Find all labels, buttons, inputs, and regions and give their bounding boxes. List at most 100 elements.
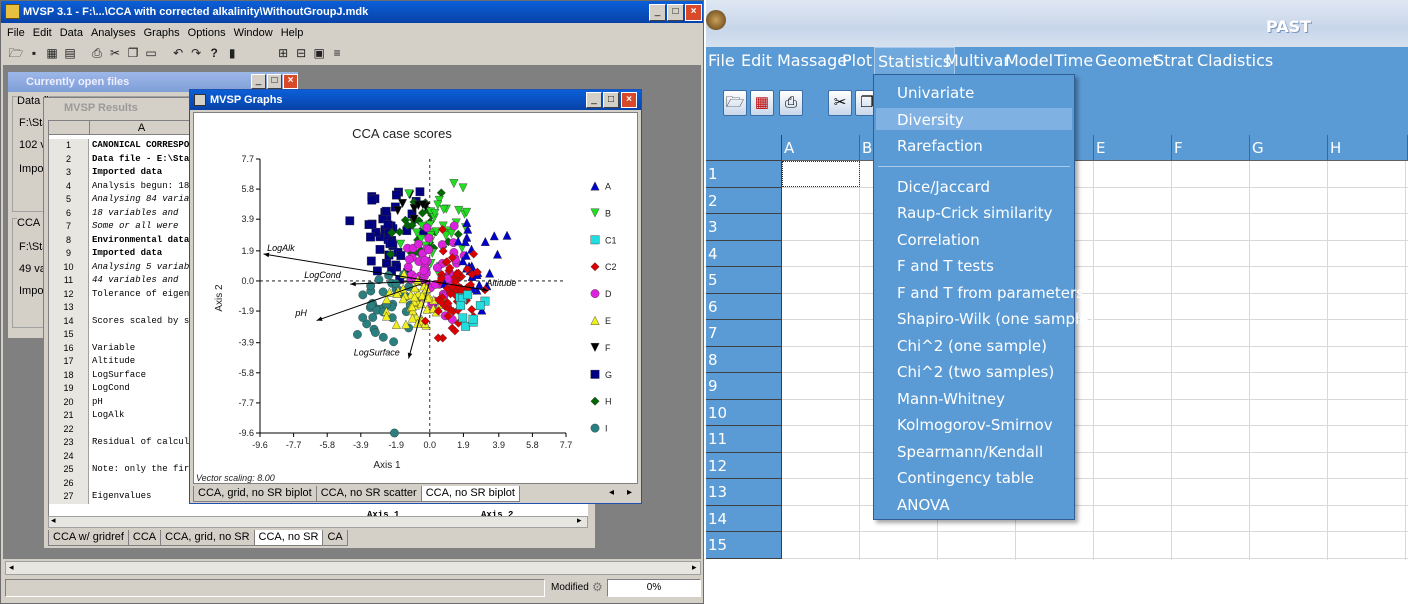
results-tab-cca[interactable]: CCA (127, 530, 162, 546)
results-row[interactable]: 4 Analysis begun: 18 (49, 179, 194, 193)
results-row[interactable]: 23 Residual of calcula (49, 436, 194, 450)
past-save-icon[interactable]: ▦ (750, 90, 774, 116)
dropdown-item-spearmann-kendall[interactable]: Spearmann/Kendall (897, 443, 1043, 461)
print-icon[interactable]: ⎙ (88, 44, 106, 62)
menu-analyses[interactable]: Analyses (87, 24, 140, 42)
past-row-header[interactable]: 9 (706, 373, 782, 400)
menu-file[interactable]: File (3, 24, 29, 42)
past-row-header[interactable]: 2 (706, 187, 782, 214)
dropdown-item-contingency-table[interactable]: Contingency table (897, 469, 1034, 487)
tab-scroll-right-icon[interactable]: ▸ (627, 487, 632, 498)
redo-icon[interactable]: ↷ (187, 44, 205, 62)
past-menu-plot[interactable]: Plot (842, 47, 872, 75)
past-menu-strat[interactable]: Strat (1154, 47, 1193, 75)
results-row[interactable]: 5 Analysing 84 varia (49, 193, 194, 207)
results-tab-cca-grid-nosr[interactable]: CCA, grid, no SR (160, 530, 255, 546)
open-files-close-button[interactable]: × (283, 74, 298, 89)
past-row-header[interactable]: 13 (706, 479, 782, 506)
database-icon[interactable]: ▤ (61, 44, 79, 62)
past-open-folder-icon[interactable]: 🗁 (723, 90, 747, 116)
past-menu-time[interactable]: Time (1054, 47, 1093, 75)
past-row-header[interactable]: 6 (706, 293, 782, 320)
results-col-a[interactable]: A (89, 121, 194, 135)
dropdown-item-chi-2-two-samples[interactable]: Chi^2 (two samples) (897, 363, 1054, 381)
help-icon[interactable]: ? (205, 44, 223, 62)
dropdown-item-raup-crick-similarity[interactable]: Raup-Crick similarity (897, 204, 1052, 222)
results-row[interactable]: 9 Imported data (49, 247, 194, 261)
mdi-hscrollbar[interactable]: ◂ ▸ (5, 561, 701, 575)
copy-icon[interactable]: ❐ (124, 44, 142, 62)
scroll-right-icon[interactable]: ▸ (577, 515, 582, 526)
past-row-header[interactable]: 11 (706, 426, 782, 453)
graphs-maximize-button[interactable]: □ (603, 92, 619, 108)
results-tab-cca-nosr[interactable]: CCA, no SR (253, 530, 324, 546)
graphs-tab-nosr-scatter[interactable]: CCA, no SR scatter (315, 486, 422, 502)
graphs-title-bar[interactable]: MVSP Graphs (190, 90, 641, 110)
past-row-header[interactable]: 14 (706, 505, 782, 532)
menu-window[interactable]: Window (230, 24, 277, 42)
results-row[interactable]: 8 Environmental data (49, 233, 194, 247)
open-files-maximize-button[interactable]: □ (267, 74, 282, 89)
menu-graphs[interactable]: Graphs (140, 24, 184, 42)
maximize-button[interactable]: □ (667, 4, 684, 21)
menu-edit[interactable]: Edit (29, 24, 56, 42)
past-row-header[interactable]: 10 (706, 399, 782, 426)
results-row[interactable]: 16 Variable (49, 341, 194, 355)
chart-options-icon[interactable]: ⊟ (292, 44, 310, 62)
past-menu-massage[interactable]: Massage (777, 47, 847, 75)
dropdown-item-kolmogorov-smirnov[interactable]: Kolmogorov-Smirnov (897, 416, 1053, 434)
past-print-icon[interactable]: ⎙ (779, 90, 803, 116)
cut-icon[interactable]: ✂ (106, 44, 124, 62)
graphs-tab-grid-nosr-biplot[interactable]: CCA, grid, no SR biplot (193, 486, 317, 502)
dropdown-item-dice-jaccard[interactable]: Dice/Jaccard (897, 178, 990, 196)
results-row[interactable]: 25 Note: only the fir (49, 463, 194, 477)
chart-icon[interactable]: ⊞ (274, 44, 292, 62)
menu-help[interactable]: Help (277, 24, 308, 42)
scroll-left-icon[interactable]: ◂ (51, 515, 56, 526)
past-corner-cell[interactable] (706, 135, 782, 161)
results-tab-cca-gridref[interactable]: CCA w/ gridref (48, 530, 129, 546)
past-col-header[interactable]: E (1094, 135, 1172, 161)
past-col-header[interactable]: A (782, 135, 860, 161)
dropdown-item-univariate[interactable]: Univariate (897, 84, 974, 102)
mdi-scroll-left-icon[interactable]: ◂ (9, 562, 14, 573)
undo-icon[interactable]: ↶ (169, 44, 187, 62)
past-row-header[interactable]: 3 (706, 214, 782, 241)
window-icon[interactable]: ▣ (310, 44, 328, 62)
dropdown-item-f-and-t-tests[interactable]: F and T tests (897, 257, 994, 275)
dropdown-item-f-and-t-from-parameters[interactable]: F and T from parameters (897, 284, 1084, 302)
past-title-bar[interactable]: PAST (706, 0, 1408, 47)
past-row-header[interactable]: 15 (706, 532, 782, 559)
results-row[interactable]: 15 (49, 328, 194, 342)
dropdown-item-correlation[interactable]: Correlation (897, 231, 980, 249)
results-row[interactable]: 6 18 variables and (49, 206, 194, 220)
open-files-minimize-button[interactable]: _ (251, 74, 266, 89)
list-icon[interactable]: ≡ (328, 44, 346, 62)
save-icon[interactable]: ▪ (25, 44, 43, 62)
cca-scatter-chart[interactable]: CCA case scores Axis 1 Axis 2 -9.6 -7.7 -5… (194, 113, 639, 485)
results-row[interactable]: 27 Eigenvalues (49, 490, 194, 504)
mvsp-title-bar[interactable]: MVSP 3.1 - F:\...\CCA with corrected alk… (1, 1, 703, 23)
selected-cell[interactable] (782, 161, 860, 187)
past-menu-cladistics[interactable]: Cladistics (1197, 47, 1273, 75)
past-menu-multivar[interactable]: Multivar (945, 47, 1010, 75)
past-col-header[interactable]: G (1250, 135, 1328, 161)
past-row-header[interactable]: 5 (706, 267, 782, 294)
past-menu-model[interactable]: Model (1005, 47, 1053, 75)
results-row[interactable]: 3 Imported data (49, 166, 194, 180)
results-row[interactable]: 10 Analysing 5 variab (49, 260, 194, 274)
dropdown-item-anova[interactable]: ANOVA (897, 496, 950, 514)
past-menu-statistics[interactable]: Statistics (874, 47, 956, 75)
paste-icon[interactable]: ▭ (142, 44, 160, 62)
results-row[interactable]: 12 Tolerance of eigen (49, 287, 194, 301)
past-col-header[interactable]: H (1328, 135, 1408, 161)
results-row[interactable]: 13 (49, 301, 194, 315)
tab-scroll-left-icon[interactable]: ◂ (609, 487, 614, 498)
dropdown-item-rarefaction[interactable]: Rarefaction (897, 137, 983, 155)
graphs-close-button[interactable]: × (621, 92, 637, 108)
results-row[interactable]: 18 LogSurface (49, 368, 194, 382)
results-hscrollbar[interactable]: ◂ ▸ (48, 515, 588, 528)
past-menu-file[interactable]: File (708, 47, 735, 75)
menu-options[interactable]: Options (184, 24, 230, 42)
mdi-scroll-right-icon[interactable]: ▸ (692, 562, 697, 573)
